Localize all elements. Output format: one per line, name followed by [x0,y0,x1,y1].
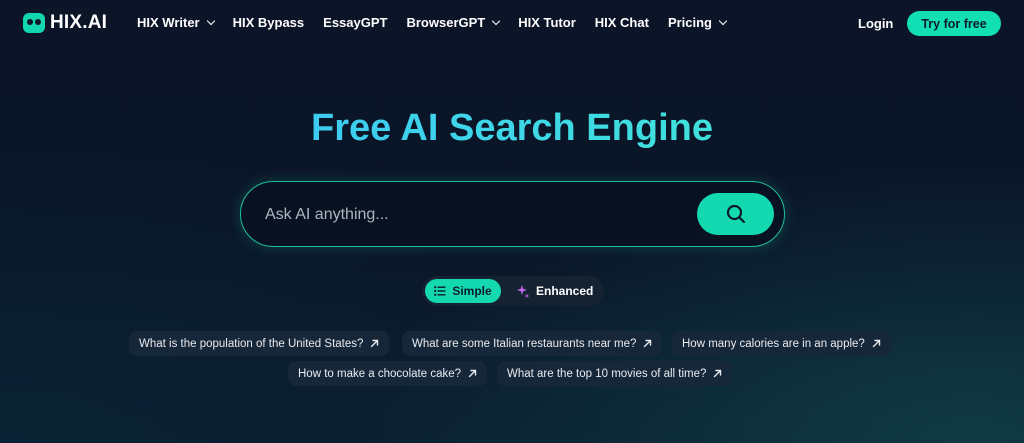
nav-item-pricing[interactable]: Pricing [668,15,728,30]
search-icon [726,204,746,224]
nav-item-hix-chat[interactable]: HIX Chat [595,15,649,30]
suggestion-chip[interactable]: How to make a chocolate cake? [288,361,488,386]
mode-simple-button[interactable]: Simple [425,279,501,303]
nav-item-hix-tutor[interactable]: HIX Tutor [518,15,576,30]
try-for-free-button[interactable]: Try for free [907,11,1001,36]
nav-item-hix-writer[interactable]: HIX Writer [137,15,215,30]
suggestion-chip[interactable]: What are the top 10 movies of all time? [497,361,733,386]
chevron-down-icon [206,16,215,26]
page-title: Free AI Search Engine [0,107,1024,150]
nav-item-essaygpt[interactable]: EssayGPT [323,15,387,30]
suggestion-chip[interactable]: How many calories are in an apple? [672,331,891,356]
arrow-up-right-icon [872,339,881,348]
search-button[interactable] [697,193,774,235]
list-icon [434,286,446,296]
top-nav: HIX.AI HIX Writer HIX Bypass EssayGPT Br… [0,0,1024,48]
nav-item-hix-bypass[interactable]: HIX Bypass [233,15,305,30]
hix-logo-icon [23,13,45,33]
brand-name: HIX.AI [50,12,108,33]
arrow-up-right-icon [713,369,722,378]
arrow-up-right-icon [643,339,652,348]
brand-logo[interactable]: HIX.AI [23,12,107,34]
arrow-up-right-icon [370,339,379,348]
login-link[interactable]: Login [858,16,893,31]
suggestion-chip[interactable]: What are some Italian restaurants near m… [402,331,663,356]
chevron-down-icon [491,16,501,26]
suggestion-chip[interactable]: What is the population of the United Sta… [129,331,390,356]
chevron-down-icon [718,16,728,26]
arrow-up-right-icon [468,369,477,378]
search-input[interactable] [265,203,685,227]
nav-menu: HIX Writer HIX Bypass EssayGPT BrowserGP… [137,15,745,30]
search-box [240,181,785,247]
nav-item-browsergpt[interactable]: BrowserGPT [406,15,501,30]
mode-enhanced-button[interactable]: Enhanced [516,279,593,303]
search-mode-toggle: Simple Enhanced [422,276,604,306]
sparkle-icon [516,284,530,298]
